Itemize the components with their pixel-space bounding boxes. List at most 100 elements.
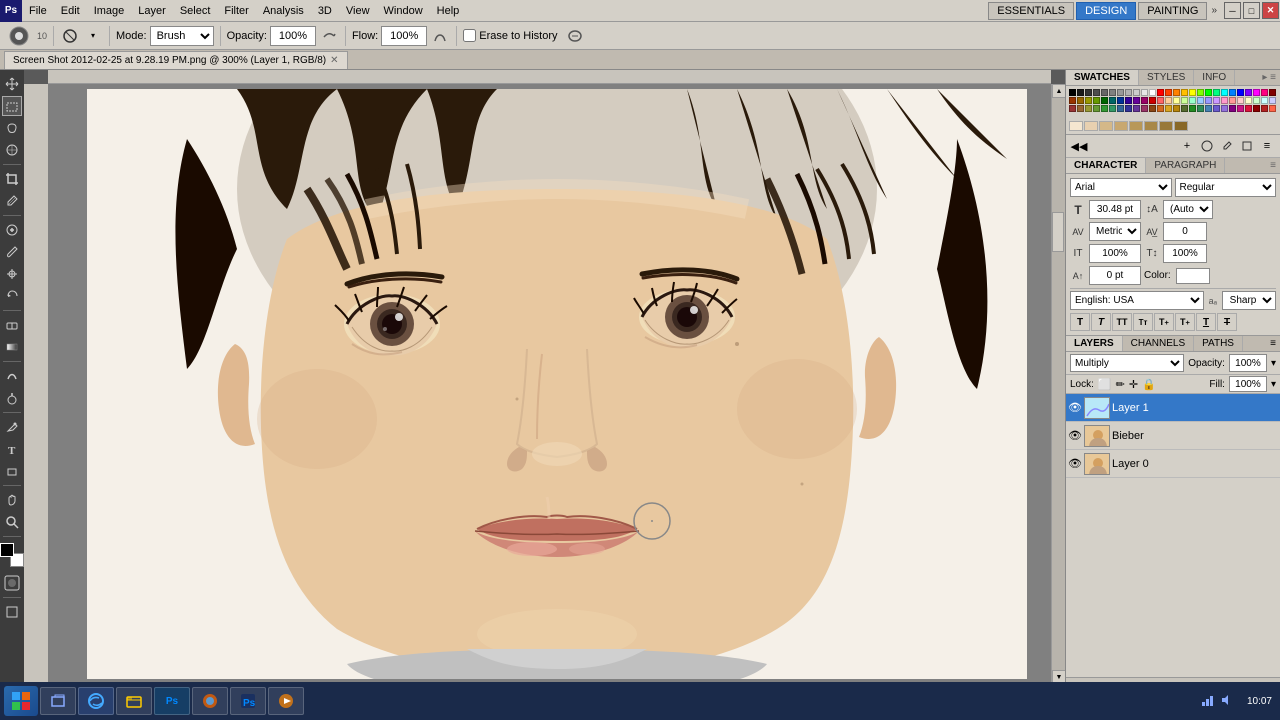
menu-analysis[interactable]: Analysis	[256, 3, 311, 19]
swatch-item[interactable]	[1229, 105, 1236, 112]
swatch-item[interactable]	[1141, 105, 1148, 112]
layer-item-layer0[interactable]: 👁 Layer 0	[1066, 450, 1280, 478]
swatch-item[interactable]	[1221, 97, 1228, 104]
swatch-item[interactable]	[1221, 89, 1228, 96]
swatch-item[interactable]	[1245, 89, 1252, 96]
swatch-item[interactable]	[1189, 105, 1196, 112]
subscript-button[interactable]: T+	[1175, 313, 1195, 331]
swatch-item[interactable]	[1101, 89, 1108, 96]
tab-paths[interactable]: PATHS	[1194, 336, 1243, 351]
start-button[interactable]	[4, 686, 38, 716]
workspace-essentials[interactable]: ESSENTIALS	[988, 2, 1074, 20]
lock-position-icon[interactable]: ✛	[1129, 378, 1138, 391]
layer-visibility-bieber[interactable]: 👁	[1068, 429, 1082, 443]
tool-hand[interactable]	[2, 490, 22, 510]
fill-value-input[interactable]	[1229, 376, 1267, 392]
all-caps-button[interactable]: TT	[1112, 313, 1132, 331]
swatch-item[interactable]	[1069, 97, 1076, 104]
tray-network[interactable]	[1201, 693, 1215, 710]
swatch-item[interactable]	[1085, 89, 1092, 96]
scroll-up-arrow[interactable]: ▲	[1052, 84, 1065, 98]
swatch-item[interactable]	[1077, 89, 1084, 96]
swatch-item[interactable]	[1173, 89, 1180, 96]
layers-panel-options[interactable]: ≡	[1266, 336, 1280, 351]
swatch-item[interactable]	[1237, 105, 1244, 112]
tool-blur[interactable]	[2, 366, 22, 386]
menu-3d[interactable]: 3D	[311, 3, 339, 19]
swatch-item[interactable]	[1237, 97, 1244, 104]
swatch-item[interactable]	[1101, 105, 1108, 112]
tool-eyedropper[interactable]	[2, 191, 22, 211]
document-tab[interactable]: Screen Shot 2012-02-25 at 9.28.19 PM.png…	[4, 51, 348, 69]
swatch-item[interactable]	[1099, 121, 1113, 131]
swatch-item[interactable]	[1173, 105, 1180, 112]
taskbar-show-desktop[interactable]	[40, 687, 76, 715]
workspace-painting[interactable]: PAINTING	[1138, 2, 1207, 20]
swatch-item[interactable]	[1253, 97, 1260, 104]
swatch-item[interactable]	[1085, 97, 1092, 104]
taskbar-app-ie[interactable]	[78, 687, 114, 715]
taskbar-app-explorer[interactable]	[116, 687, 152, 715]
tab-swatches[interactable]: SWATCHES	[1066, 70, 1139, 85]
swatch-item[interactable]	[1261, 97, 1268, 104]
taskbar-app-firefox[interactable]	[192, 687, 228, 715]
superscript-button[interactable]: T+	[1154, 313, 1174, 331]
blend-mode-select[interactable]: Multiply	[1070, 354, 1184, 372]
brush-toggle[interactable]: ▾	[83, 26, 103, 46]
text-color-swatch[interactable]	[1176, 268, 1210, 284]
tool-shape[interactable]	[2, 461, 22, 481]
window-minimize[interactable]: ─	[1224, 2, 1241, 19]
horizontal-scale-input[interactable]	[1089, 244, 1141, 263]
swatch-item[interactable]	[1133, 89, 1140, 96]
swatch-item[interactable]	[1181, 97, 1188, 104]
swatch-item[interactable]	[1141, 89, 1148, 96]
swatch-item[interactable]	[1117, 97, 1124, 104]
swatch-item[interactable]	[1197, 105, 1204, 112]
swatch-item[interactable]	[1077, 105, 1084, 112]
menu-image[interactable]: Image	[87, 3, 132, 19]
swatch-item[interactable]	[1269, 89, 1276, 96]
vertical-scale-input[interactable]	[1163, 244, 1207, 263]
taskbar-app-ps2[interactable]: Ps	[230, 687, 266, 715]
tool-text[interactable]: T	[2, 439, 22, 459]
tool-eraser[interactable]	[2, 315, 22, 335]
opacity-value-input[interactable]	[1229, 354, 1267, 372]
swatch-item[interactable]	[1221, 105, 1228, 112]
tool-gradient[interactable]	[2, 337, 22, 357]
layer-visibility-layer1[interactable]: 👁	[1068, 401, 1082, 415]
swatch-item[interactable]	[1165, 105, 1172, 112]
char-panel-options[interactable]: ≡	[1266, 158, 1280, 173]
tool-lasso[interactable]	[2, 118, 22, 138]
swatch-item[interactable]	[1269, 105, 1276, 112]
opacity-input[interactable]	[270, 26, 316, 46]
tool-preset-picker[interactable]	[4, 26, 34, 46]
swatch-item[interactable]	[1253, 105, 1260, 112]
italic-button[interactable]: T	[1091, 313, 1111, 331]
tool-dodge[interactable]	[2, 388, 22, 408]
swatch-item[interactable]	[1165, 97, 1172, 104]
foreground-color-swatch[interactable]	[0, 543, 14, 557]
scroll-vertical-thumb[interactable]	[1052, 212, 1064, 252]
swatch-item[interactable]	[1069, 89, 1076, 96]
swatch-item[interactable]	[1101, 97, 1108, 104]
swatch-item[interactable]	[1084, 121, 1098, 131]
swatch-item[interactable]	[1129, 121, 1143, 131]
tray-volume[interactable]	[1219, 693, 1233, 710]
lock-all-icon[interactable]: 🔒	[1142, 378, 1156, 391]
airbrush-icon[interactable]	[319, 26, 339, 46]
swatch-item[interactable]	[1149, 105, 1156, 112]
swatch-item[interactable]	[1261, 105, 1268, 112]
opacity-arrow[interactable]: ▾	[1271, 358, 1276, 369]
swatch-item[interactable]	[1237, 89, 1244, 96]
swatch-item[interactable]	[1093, 89, 1100, 96]
tab-paragraph[interactable]: PARAGRAPH	[1146, 158, 1225, 173]
swatch-item[interactable]	[1133, 97, 1140, 104]
menu-file[interactable]: File	[22, 3, 54, 19]
tool-heal[interactable]	[2, 220, 22, 240]
panel-collapse-btn[interactable]: ◀◀	[1070, 137, 1088, 155]
swatch-item[interactable]	[1114, 121, 1128, 131]
menu-help[interactable]: Help	[430, 3, 467, 19]
tab-character[interactable]: CHARACTER	[1066, 158, 1146, 173]
tab-layers[interactable]: LAYERS	[1066, 336, 1123, 351]
swatch-item[interactable]	[1197, 97, 1204, 104]
